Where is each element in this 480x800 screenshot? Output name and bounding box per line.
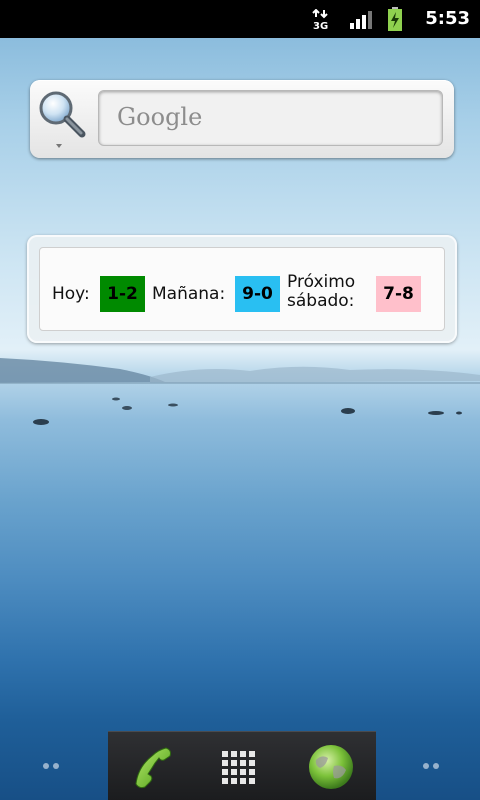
today-score: 1-2 bbox=[100, 276, 145, 312]
today-label: Hoy: bbox=[52, 284, 90, 304]
browser-globe-icon bbox=[309, 745, 353, 789]
tomorrow-label: Mañana: bbox=[152, 284, 226, 304]
phone-button[interactable] bbox=[128, 742, 178, 792]
search-placeholder: Google bbox=[117, 103, 203, 131]
network-3g-icon: 3G bbox=[312, 9, 328, 31]
battery-charging-icon bbox=[388, 7, 402, 31]
page-indicator-left[interactable] bbox=[43, 763, 49, 769]
browser-button[interactable] bbox=[306, 742, 356, 792]
home-screen: 3G 5:53 Google Hoy: 1-2 Mañana: 9-0 Próx… bbox=[0, 0, 480, 800]
next-saturday-label: Próximo sábado: bbox=[287, 273, 355, 311]
dock bbox=[108, 731, 376, 800]
search-input[interactable]: Google bbox=[98, 90, 443, 146]
phone-icon bbox=[135, 747, 171, 789]
wallpaper-rocks bbox=[33, 397, 462, 425]
page-indicator-left[interactable] bbox=[53, 763, 59, 769]
signal-icon bbox=[350, 11, 372, 29]
next-saturday-score: 7-8 bbox=[376, 276, 421, 312]
page-indicator-right[interactable] bbox=[433, 763, 439, 769]
status-time: 5:53 bbox=[425, 8, 470, 29]
search-icon bbox=[39, 91, 86, 148]
app-drawer-icon bbox=[222, 751, 255, 784]
app-drawer-button[interactable] bbox=[218, 747, 260, 789]
next-saturday-label-line2: sábado: bbox=[287, 291, 355, 311]
next-saturday-label-line1: Próximo bbox=[287, 272, 356, 292]
wallpaper-horizon bbox=[0, 358, 480, 384]
svg-text:3G: 3G bbox=[313, 21, 328, 31]
score-widget[interactable]: Hoy: 1-2 Mañana: 9-0 Próximo sábado: 7-8 bbox=[27, 235, 457, 343]
status-bar: 3G 5:53 bbox=[0, 0, 480, 38]
search-button[interactable] bbox=[34, 86, 94, 152]
page-indicator-right[interactable] bbox=[423, 763, 429, 769]
google-search-widget[interactable]: Google bbox=[30, 80, 454, 158]
score-widget-panel: Hoy: 1-2 Mañana: 9-0 Próximo sábado: 7-8 bbox=[39, 247, 445, 331]
tomorrow-score: 9-0 bbox=[235, 276, 280, 312]
